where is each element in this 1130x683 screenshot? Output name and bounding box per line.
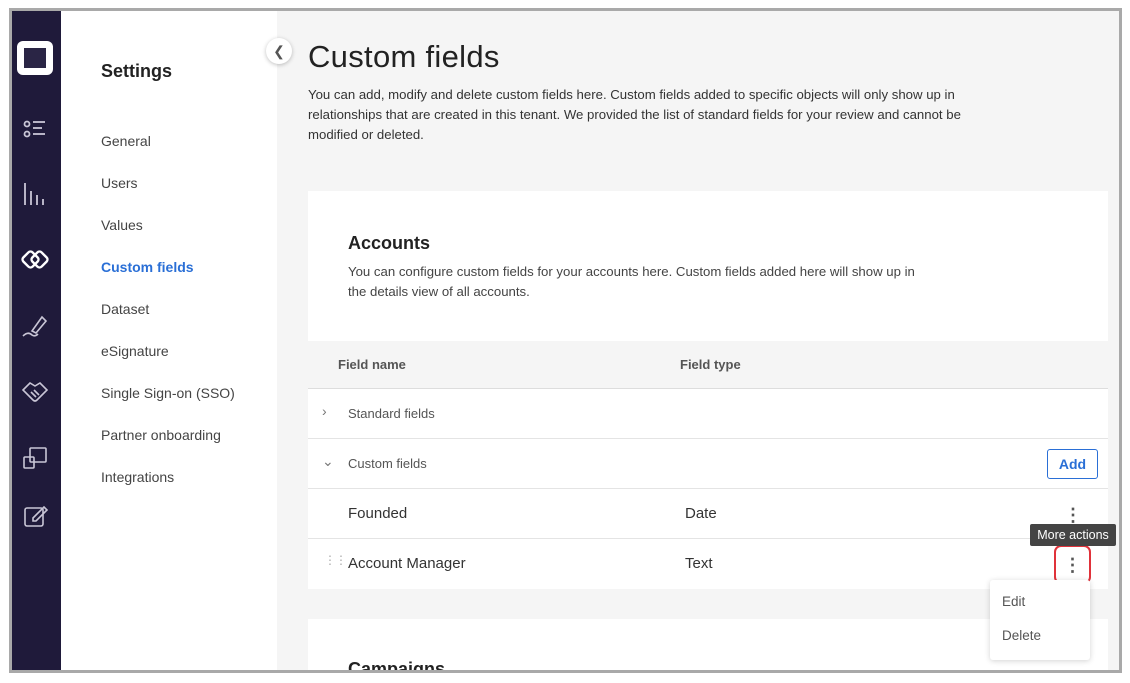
edit-note-icon[interactable] bbox=[20, 501, 50, 531]
partnership-icon[interactable] bbox=[20, 245, 50, 275]
standard-fields-group[interactable]: › Standard fields bbox=[308, 389, 1108, 439]
sidebar-item-sso[interactable]: Single Sign-on (SSO) bbox=[101, 384, 235, 426]
screens-icon[interactable] bbox=[20, 443, 50, 473]
page-title: Custom fields bbox=[308, 39, 500, 74]
accounts-card: Accounts You can configure custom fields… bbox=[308, 191, 1108, 589]
sidebar-title: Settings bbox=[101, 61, 173, 81]
chevron-down-icon[interactable]: ⌄ bbox=[322, 453, 336, 469]
bar-chart-icon[interactable] bbox=[20, 179, 50, 209]
main-content: Custom fields You can add, modify and de… bbox=[277, 11, 1119, 670]
page-description: You can add, modify and delete custom fi… bbox=[308, 87, 961, 142]
accounts-description: You can configure custom fields for your… bbox=[348, 264, 915, 299]
add-field-button[interactable]: Add bbox=[1047, 449, 1098, 479]
chevron-right-icon[interactable]: › bbox=[322, 403, 336, 419]
sidebar-item-values[interactable]: Values bbox=[101, 216, 235, 258]
table-row: Founded Date ⋮ bbox=[308, 489, 1108, 539]
sidebar-item-integrations[interactable]: Integrations bbox=[101, 468, 235, 510]
actions-menu: Edit Delete bbox=[990, 580, 1090, 660]
field-name: Account Manager bbox=[348, 555, 466, 572]
field-name: Founded bbox=[348, 505, 408, 522]
sidebar-item-partner-onboarding[interactable]: Partner onboarding bbox=[101, 426, 235, 468]
pen-signature-icon[interactable] bbox=[20, 311, 50, 341]
more-actions-icon[interactable]: ⋮ bbox=[1054, 545, 1091, 584]
app-window: Settings General Users Values Custom fie… bbox=[9, 8, 1122, 673]
field-type: Date bbox=[685, 505, 717, 522]
sidebar-item-custom-fields[interactable]: Custom fields bbox=[101, 258, 235, 300]
settings-sidebar: Settings General Users Values Custom fie… bbox=[61, 11, 277, 670]
field-type: Text bbox=[685, 555, 713, 572]
app-logo-icon[interactable] bbox=[17, 41, 53, 75]
drag-handle-icon[interactable]: ⋮⋮ bbox=[324, 554, 347, 566]
sidebar-item-dataset[interactable]: Dataset bbox=[101, 300, 235, 342]
settings-nav: General Users Values Custom fields Datas… bbox=[101, 132, 235, 510]
sidebar-item-users[interactable]: Users bbox=[101, 174, 235, 216]
group-label: Standard fields bbox=[348, 406, 435, 421]
sidebar-item-general[interactable]: General bbox=[101, 132, 235, 174]
custom-fields-group[interactable]: ⌄ Custom fields Add bbox=[308, 439, 1108, 489]
menu-item-edit[interactable]: Edit bbox=[1002, 594, 1025, 609]
campaigns-card: Campaigns bbox=[308, 619, 1108, 673]
nav-rail bbox=[12, 11, 61, 670]
sidebar-item-esignature[interactable]: eSignature bbox=[101, 342, 235, 384]
column-header-field-type: Field type bbox=[680, 357, 741, 372]
table-row: ⋮⋮ Account Manager Text ⋮ bbox=[308, 539, 1108, 589]
handshake-icon[interactable] bbox=[20, 376, 50, 406]
collapse-sidebar-button[interactable]: ❮ bbox=[266, 38, 292, 64]
column-header-field-name: Field name bbox=[338, 357, 406, 372]
campaigns-title: Campaigns bbox=[348, 659, 446, 673]
chevron-left-icon: ❮ bbox=[273, 42, 285, 59]
group-label: Custom fields bbox=[348, 456, 427, 471]
accounts-title: Accounts bbox=[348, 233, 431, 253]
table-header: Field name Field type bbox=[308, 341, 1108, 389]
menu-item-delete[interactable]: Delete bbox=[1002, 628, 1041, 643]
checklist-icon[interactable] bbox=[20, 114, 50, 144]
more-actions-tooltip: More actions bbox=[1030, 524, 1116, 546]
